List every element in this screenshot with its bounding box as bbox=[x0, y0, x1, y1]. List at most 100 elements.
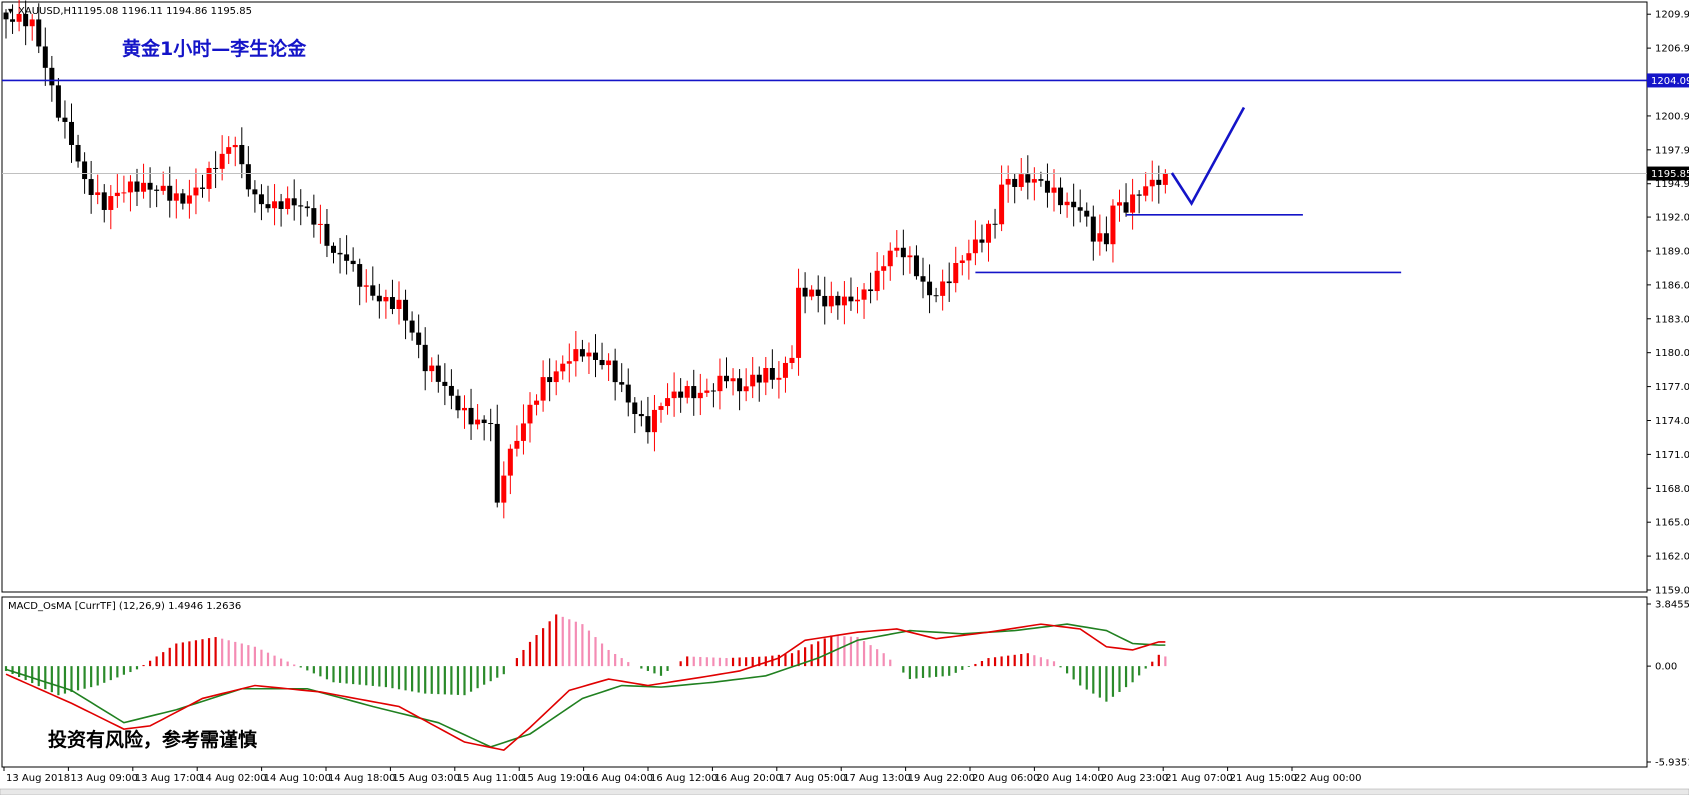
time-tick-label: 14 Aug 02:00 bbox=[199, 773, 266, 784]
candle-body bbox=[272, 201, 278, 209]
candle-body bbox=[534, 400, 540, 405]
candle-body bbox=[907, 255, 913, 258]
candle-body bbox=[763, 367, 769, 383]
candle-body bbox=[62, 117, 68, 122]
candle-body bbox=[409, 320, 415, 333]
candle-body bbox=[285, 198, 291, 209]
macd-tick-label: 3.8455 bbox=[1655, 600, 1689, 611]
candle-body bbox=[245, 164, 251, 190]
candle-body bbox=[435, 365, 441, 382]
candle-body bbox=[514, 440, 520, 449]
candle-body bbox=[462, 407, 467, 411]
candle-body bbox=[481, 419, 487, 424]
candle-body bbox=[173, 193, 179, 201]
time-tick-label: 17 Aug 05:00 bbox=[779, 773, 846, 784]
time-tick-label: 13 Aug 2018 bbox=[6, 773, 70, 784]
candle-body bbox=[651, 409, 657, 433]
candle-body bbox=[167, 185, 173, 201]
candle-body bbox=[540, 377, 546, 401]
horizontal-scrollbar[interactable] bbox=[0, 788, 1689, 795]
candle-body bbox=[455, 395, 461, 411]
candle-body bbox=[389, 297, 395, 309]
candle-body bbox=[848, 296, 854, 302]
candle-body bbox=[265, 204, 271, 209]
candle-body bbox=[940, 281, 946, 296]
candle-body bbox=[769, 367, 775, 380]
candle-body bbox=[311, 208, 317, 225]
time-tick-label: 15 Aug 11:00 bbox=[457, 773, 524, 784]
candle-body bbox=[1025, 174, 1031, 183]
candle-body bbox=[29, 19, 35, 27]
candle-body bbox=[317, 223, 323, 225]
candle-body bbox=[206, 167, 212, 189]
candle-body bbox=[1156, 179, 1162, 185]
macd-tick-label: 0.00 bbox=[1655, 662, 1677, 673]
time-tick-label: 20 Aug 23:00 bbox=[1101, 773, 1168, 784]
candle-body bbox=[599, 359, 605, 366]
candle-body bbox=[737, 378, 743, 392]
candle-body bbox=[953, 263, 959, 284]
time-tick-label: 15 Aug 03:00 bbox=[392, 773, 459, 784]
price-tick-label: 1159.00 bbox=[1655, 586, 1689, 597]
candle-body bbox=[114, 192, 120, 197]
time-tick-label: 16 Aug 20:00 bbox=[714, 773, 781, 784]
candle-body bbox=[363, 285, 369, 287]
candle-body bbox=[520, 423, 526, 441]
price-tick-label: 1209.95 bbox=[1655, 10, 1689, 21]
candle-body bbox=[154, 189, 160, 191]
candle-body bbox=[82, 161, 88, 180]
candle-body bbox=[841, 296, 847, 306]
time-tick-label: 20 Aug 06:00 bbox=[972, 773, 1039, 784]
candle-body bbox=[927, 281, 933, 296]
candle-body bbox=[638, 414, 644, 417]
time-tick-label: 13 Aug 17:00 bbox=[135, 773, 202, 784]
candle-body bbox=[232, 144, 238, 148]
candle-body bbox=[586, 352, 592, 357]
candle-body bbox=[1018, 174, 1024, 187]
candle-body bbox=[730, 378, 736, 382]
price-tick-label: 1194.95 bbox=[1655, 179, 1689, 190]
candle-body bbox=[1058, 187, 1064, 206]
time-tick-label: 19 Aug 22:00 bbox=[908, 773, 975, 784]
price-tick-label: 1180.00 bbox=[1655, 348, 1689, 359]
candle-body bbox=[1084, 210, 1090, 217]
candle-body bbox=[894, 247, 900, 251]
candle-body bbox=[95, 192, 101, 195]
ohlc-readout: 1195.08 1196.11 1194.86 1195.85 bbox=[77, 6, 252, 17]
candle-body bbox=[442, 381, 448, 386]
candle-body bbox=[612, 360, 618, 383]
candle-body bbox=[1064, 201, 1070, 206]
candle-body bbox=[324, 223, 330, 246]
price-tick-label: 1162.00 bbox=[1655, 552, 1689, 563]
candle-body bbox=[743, 386, 749, 392]
candle-body bbox=[448, 385, 454, 396]
macd-axis: 3.8455 0.00 -5.9351 bbox=[1647, 600, 1689, 769]
candle-body bbox=[547, 377, 553, 383]
candle-body bbox=[350, 260, 356, 265]
candle-body bbox=[186, 195, 192, 204]
dropdown-arrow-icon[interactable]: ▾ bbox=[8, 6, 13, 17]
candle-body bbox=[678, 391, 684, 398]
price-tick-label: 1206.95 bbox=[1655, 44, 1689, 55]
candle-body bbox=[1110, 205, 1116, 245]
candle-body bbox=[809, 289, 815, 297]
candle-body bbox=[671, 391, 677, 399]
price-tick-label: 1186.00 bbox=[1655, 280, 1689, 291]
candle-body bbox=[710, 390, 716, 392]
candle-body bbox=[573, 349, 579, 362]
candle-body bbox=[494, 423, 500, 503]
candle-body bbox=[193, 187, 199, 196]
candle-body bbox=[920, 276, 926, 282]
time-tick-label: 16 Aug 12:00 bbox=[650, 773, 717, 784]
candle-body bbox=[298, 205, 304, 207]
candle-body bbox=[750, 374, 756, 387]
candle-body bbox=[1162, 173, 1168, 185]
candle-body bbox=[1090, 216, 1096, 242]
candle-body bbox=[802, 287, 808, 297]
candle-body bbox=[1136, 194, 1142, 196]
time-tick-label: 21 Aug 07:00 bbox=[1165, 773, 1232, 784]
candle-body bbox=[1051, 187, 1057, 193]
candle-body bbox=[776, 377, 782, 380]
candle-body bbox=[200, 187, 205, 189]
resistance-price-label: 1204.09 bbox=[1651, 76, 1689, 87]
